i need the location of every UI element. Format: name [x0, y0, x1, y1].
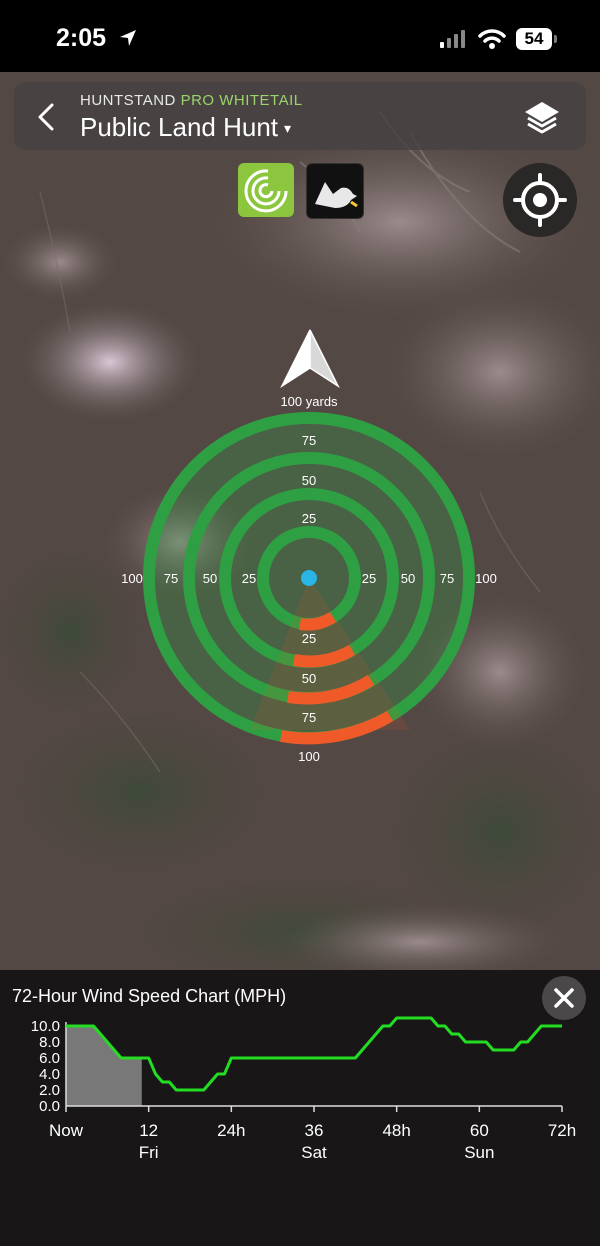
crosshair-icon: [513, 173, 567, 227]
ring-label-right-50: 50: [401, 571, 415, 586]
ring-label-right-25: 25: [362, 571, 376, 586]
north-arrow-icon: [280, 329, 340, 389]
location-arrow-icon: [120, 30, 136, 46]
x-tick-label: 12: [139, 1121, 158, 1140]
y-tick-label: 4.0: [39, 1066, 60, 1083]
status-bar: 2:05 54: [0, 0, 600, 72]
hunt-selector[interactable]: Public Land Hunt ▾: [80, 112, 291, 143]
duck-icon: [315, 182, 358, 208]
ring-label-bottom-100: 100: [298, 749, 320, 764]
status-time: 2:05: [56, 24, 107, 52]
y-tick-label: 6.0: [39, 1050, 60, 1067]
x-tick-label: 72h: [548, 1121, 576, 1140]
ring-label-bottom-50: 50: [302, 671, 316, 686]
ring-label-left-75: 75: [164, 571, 178, 586]
dropdown-caret-icon: ▾: [284, 120, 292, 136]
y-tick-label: 8.0: [39, 1034, 60, 1051]
wind-speed-chart: 10.08.06.04.02.00.0 Now 12 24h 36 48h 60 72h Fri…: [31, 1016, 576, 1162]
back-button[interactable]: [34, 102, 58, 132]
x-tick-label: 24h: [217, 1121, 245, 1140]
y-tick-label: 0.0: [39, 1098, 60, 1115]
y-tick-label: 10.0: [31, 1018, 60, 1035]
ring-label-top-50: 50: [302, 473, 316, 488]
brand-tier: PRO WHITETAIL: [180, 92, 303, 109]
x-day-label: Sat: [301, 1143, 327, 1162]
layers-button[interactable]: [522, 98, 562, 138]
brand-name: HUNTSTAND: [80, 92, 176, 109]
battery-indicator: 54: [516, 28, 552, 50]
ring-label-left-50: 50: [203, 571, 217, 586]
locate-me-button[interactable]: [503, 163, 577, 237]
brand-line: HUNTSTAND PRO WHITETAIL: [80, 92, 303, 109]
y-tick-label: 2.0: [39, 1082, 60, 1099]
signal-icon: [440, 30, 465, 48]
ring-label-top-75: 75: [302, 433, 316, 448]
range-rings-icon: [244, 169, 288, 213]
range-rings-toggle-button[interactable]: [238, 163, 294, 217]
x-tick-label: 48h: [382, 1121, 410, 1140]
x-day-label: Sun: [464, 1143, 494, 1162]
x-tick-label: Now: [49, 1121, 84, 1140]
hunt-title: Public Land Hunt: [80, 112, 279, 142]
battery-tip: [554, 35, 557, 43]
x-tick-label: 60: [470, 1121, 489, 1140]
ring-label-right-100: 100: [475, 571, 497, 586]
wind-chart-panel: 72-Hour Wind Speed Chart (MPH) 10.0 8.0 6.…: [0, 970, 600, 1246]
ring-label-left-25: 25: [242, 571, 256, 586]
x-day-label: Fri: [139, 1143, 159, 1162]
ring-label-right-75: 75: [440, 571, 454, 586]
ring-label-top-25: 25: [302, 511, 316, 526]
center-dot: [301, 570, 317, 586]
ring-label-left-100: 100: [121, 571, 143, 586]
waterfowl-mode-button[interactable]: [306, 163, 364, 219]
ring-label-bottom-75: 75: [302, 710, 316, 725]
wifi-icon: [478, 29, 506, 49]
top-nav-bar: HUNTSTAND PRO WHITETAIL Public Land Hunt…: [14, 82, 586, 150]
ring-label-bottom-25: 25: [302, 631, 316, 646]
scale-label: 100 yards: [280, 394, 338, 409]
x-tick-label: 36: [305, 1121, 324, 1140]
